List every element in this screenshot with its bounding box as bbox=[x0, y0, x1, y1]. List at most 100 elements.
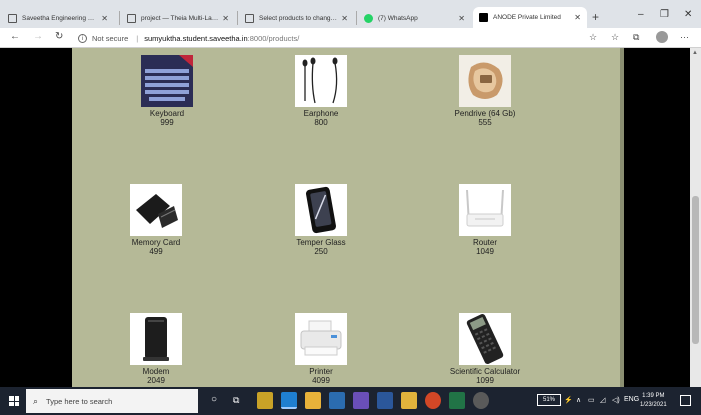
more-menu-icon[interactable]: ··· bbox=[680, 32, 689, 42]
tab-divider bbox=[119, 11, 120, 25]
window-close-icon[interactable]: ✕ bbox=[684, 9, 692, 20]
close-icon[interactable]: ✕ bbox=[458, 14, 465, 23]
excel-icon[interactable] bbox=[449, 392, 465, 409]
refresh-icon[interactable]: ↻ bbox=[55, 31, 63, 42]
product-card-earphone[interactable]: Earphone 800 bbox=[261, 55, 381, 127]
product-price: 2049 bbox=[147, 376, 165, 385]
tab-project[interactable]: project — Theia Multi-Language ✕ bbox=[121, 9, 235, 28]
url-field[interactable]: i Not secure | sumyuktha.student.saveeth… bbox=[78, 31, 578, 45]
product-card-keyboard[interactable]: Keyboard 999 bbox=[107, 55, 227, 127]
tab-divider bbox=[237, 11, 238, 25]
router-image bbox=[459, 184, 511, 236]
taskbar-search-input[interactable]: ⌕ Type here to search bbox=[26, 389, 198, 413]
modem-image bbox=[130, 313, 182, 365]
keyboard-image bbox=[141, 55, 193, 107]
product-grid: Keyboard 999 Earphone 800 Pendrive (64 G… bbox=[72, 48, 620, 387]
product-card-printer[interactable]: Printer 4099 bbox=[261, 313, 381, 385]
product-price: 999 bbox=[160, 118, 174, 127]
security-label: Not secure bbox=[92, 33, 129, 43]
whatsapp-icon bbox=[364, 14, 373, 23]
content-edge bbox=[620, 48, 624, 387]
mail-icon[interactable] bbox=[329, 392, 345, 409]
close-icon[interactable]: ✕ bbox=[574, 13, 581, 22]
scroll-up-icon[interactable]: ▲ bbox=[692, 50, 698, 56]
tab-label: Select products to change | Dj bbox=[259, 15, 338, 22]
product-price: 800 bbox=[314, 118, 328, 127]
windows-start-icon[interactable] bbox=[9, 396, 19, 406]
tab-select-products[interactable]: Select products to change | Dj ✕ bbox=[239, 9, 354, 28]
url-path: :8000/products/ bbox=[247, 33, 300, 43]
earphone-image bbox=[295, 55, 347, 107]
forward-icon[interactable]: → bbox=[33, 31, 43, 42]
favorite-star-icon[interactable]: ☆ bbox=[589, 32, 597, 43]
product-name: Pendrive (64 Gb) bbox=[454, 109, 516, 118]
chat-icon[interactable] bbox=[473, 392, 489, 409]
scrollbar-thumb[interactable] bbox=[692, 196, 699, 344]
battery-indicator[interactable]: 51% bbox=[537, 394, 561, 406]
restore-icon[interactable]: ❐ bbox=[660, 9, 669, 20]
product-card-temper-glass[interactable]: Temper Glass 250 bbox=[261, 184, 381, 256]
product-price: 4099 bbox=[312, 376, 330, 385]
battery-percent: 51% bbox=[542, 397, 555, 403]
word-icon[interactable] bbox=[377, 392, 393, 409]
product-card-memory-card[interactable]: Memory Card 499 bbox=[96, 184, 216, 256]
product-price: 250 bbox=[314, 247, 328, 256]
tab-label: Saveetha Engineering College bbox=[22, 15, 98, 22]
info-icon[interactable]: i bbox=[78, 33, 87, 43]
tab-whatsapp[interactable]: (7) WhatsApp ✕ bbox=[358, 9, 471, 28]
taskbar-clock[interactable]: 1:39 PM 1/23/2021 bbox=[640, 392, 667, 410]
clock-time: 1:39 PM bbox=[642, 393, 665, 399]
cortana-icon[interactable]: ○ bbox=[211, 394, 217, 405]
search-icon: ⌕ bbox=[33, 395, 39, 406]
power-icon[interactable]: ⚡ bbox=[564, 396, 573, 404]
product-price: 555 bbox=[478, 118, 492, 127]
volume-icon[interactable]: ◁) bbox=[612, 396, 620, 404]
favorites-list-icon[interactable]: ☆ bbox=[611, 32, 619, 43]
product-card-scientific-calculator[interactable]: Scientific Calculator 1099 bbox=[425, 313, 545, 385]
clock-date: 1/23/2021 bbox=[640, 402, 667, 408]
address-bar: ← → ↻ i Not secure | sumyuktha.student.s… bbox=[0, 28, 701, 48]
back-icon[interactable]: ← bbox=[10, 31, 20, 42]
page-viewport: Keyboard 999 Earphone 800 Pendrive (64 G… bbox=[0, 48, 701, 387]
minimize-icon[interactable]: – bbox=[638, 9, 644, 20]
page-icon bbox=[245, 14, 254, 23]
product-name: Earphone bbox=[303, 109, 339, 118]
close-icon[interactable]: ✕ bbox=[101, 14, 108, 23]
product-price: 1049 bbox=[476, 247, 494, 256]
task-view-icon[interactable]: ⧉ bbox=[233, 395, 239, 406]
tab-saveetha[interactable]: Saveetha Engineering College ✕ bbox=[2, 9, 114, 28]
display-icon[interactable]: ▭ bbox=[588, 396, 595, 404]
close-icon[interactable]: ✕ bbox=[222, 14, 229, 23]
browser-tab-strip: Saveetha Engineering College ✕ project —… bbox=[0, 0, 701, 28]
edge-browser-icon[interactable] bbox=[281, 392, 297, 409]
collections-icon[interactable]: ⧉ bbox=[633, 32, 639, 43]
product-name: Temper Glass bbox=[296, 238, 346, 247]
product-price: 499 bbox=[149, 247, 163, 256]
product-card-pendrive[interactable]: Pendrive (64 Gb) 555 bbox=[425, 55, 545, 127]
tab-label: ANODE Private Limited bbox=[493, 14, 561, 21]
tab-anode[interactable]: ANODE Private Limited ✕ bbox=[473, 7, 587, 28]
tab-divider bbox=[356, 11, 357, 25]
url-host: sumyuktha.student.saveetha.in bbox=[144, 33, 248, 43]
new-tab-icon[interactable]: + bbox=[592, 10, 599, 24]
network-icon[interactable]: ◿ bbox=[600, 396, 605, 404]
close-icon[interactable]: ✕ bbox=[341, 14, 348, 23]
anode-favicon-icon bbox=[479, 13, 488, 22]
store-app-icon[interactable] bbox=[257, 392, 273, 409]
vertical-scrollbar[interactable]: ▲ bbox=[690, 48, 701, 387]
folder-icon[interactable] bbox=[401, 392, 417, 409]
search-placeholder: Type here to search bbox=[46, 396, 113, 406]
url-divider: | bbox=[136, 33, 139, 43]
product-name: Memory Card bbox=[131, 238, 181, 247]
product-card-router[interactable]: Router 1049 bbox=[425, 184, 545, 256]
powerpoint-icon[interactable] bbox=[425, 392, 441, 409]
taskbar: ⌕ Type here to search ○ ⧉ 51% ⚡ ∧ ▭ ◿ ◁)… bbox=[0, 387, 701, 415]
file-explorer-icon[interactable] bbox=[305, 392, 321, 409]
product-name: Printer bbox=[309, 367, 333, 376]
product-card-modem[interactable]: Modem 2049 bbox=[96, 313, 216, 385]
chevron-up-icon[interactable]: ∧ bbox=[576, 396, 581, 404]
language-indicator[interactable]: ENG bbox=[624, 396, 639, 403]
onenote-icon[interactable] bbox=[353, 392, 369, 409]
profile-avatar[interactable] bbox=[656, 31, 668, 43]
notification-icon[interactable] bbox=[680, 395, 691, 406]
